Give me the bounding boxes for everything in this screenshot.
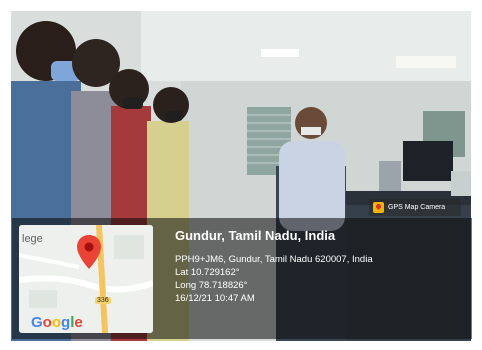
location-datetime: 16/12/21 10:47 AM (175, 293, 255, 304)
mini-map[interactable]: lege 336 Google (19, 225, 153, 333)
location-longitude: Long 78.718826° (175, 280, 248, 291)
location-pin-icon (77, 235, 101, 269)
google-logo: Google (31, 314, 83, 331)
location-info: Gundur, Tamil Nadu, India PPH9+JM6, Gund… (175, 228, 373, 305)
location-address: PPH9+JM6, Gundur, Tamil Nadu 620007, Ind… (175, 254, 373, 265)
location-title: Gundur, Tamil Nadu, India (175, 228, 336, 243)
gps-map-camera-icon (373, 202, 384, 213)
map-place-label: lege (22, 233, 43, 245)
badge-text: GPS Map Camera (388, 204, 446, 211)
gps-map-camera-badge: GPS Map Camera (369, 199, 461, 216)
road-number-label: 336 (95, 297, 111, 304)
location-latitude: Lat 10.729162° (175, 267, 240, 278)
